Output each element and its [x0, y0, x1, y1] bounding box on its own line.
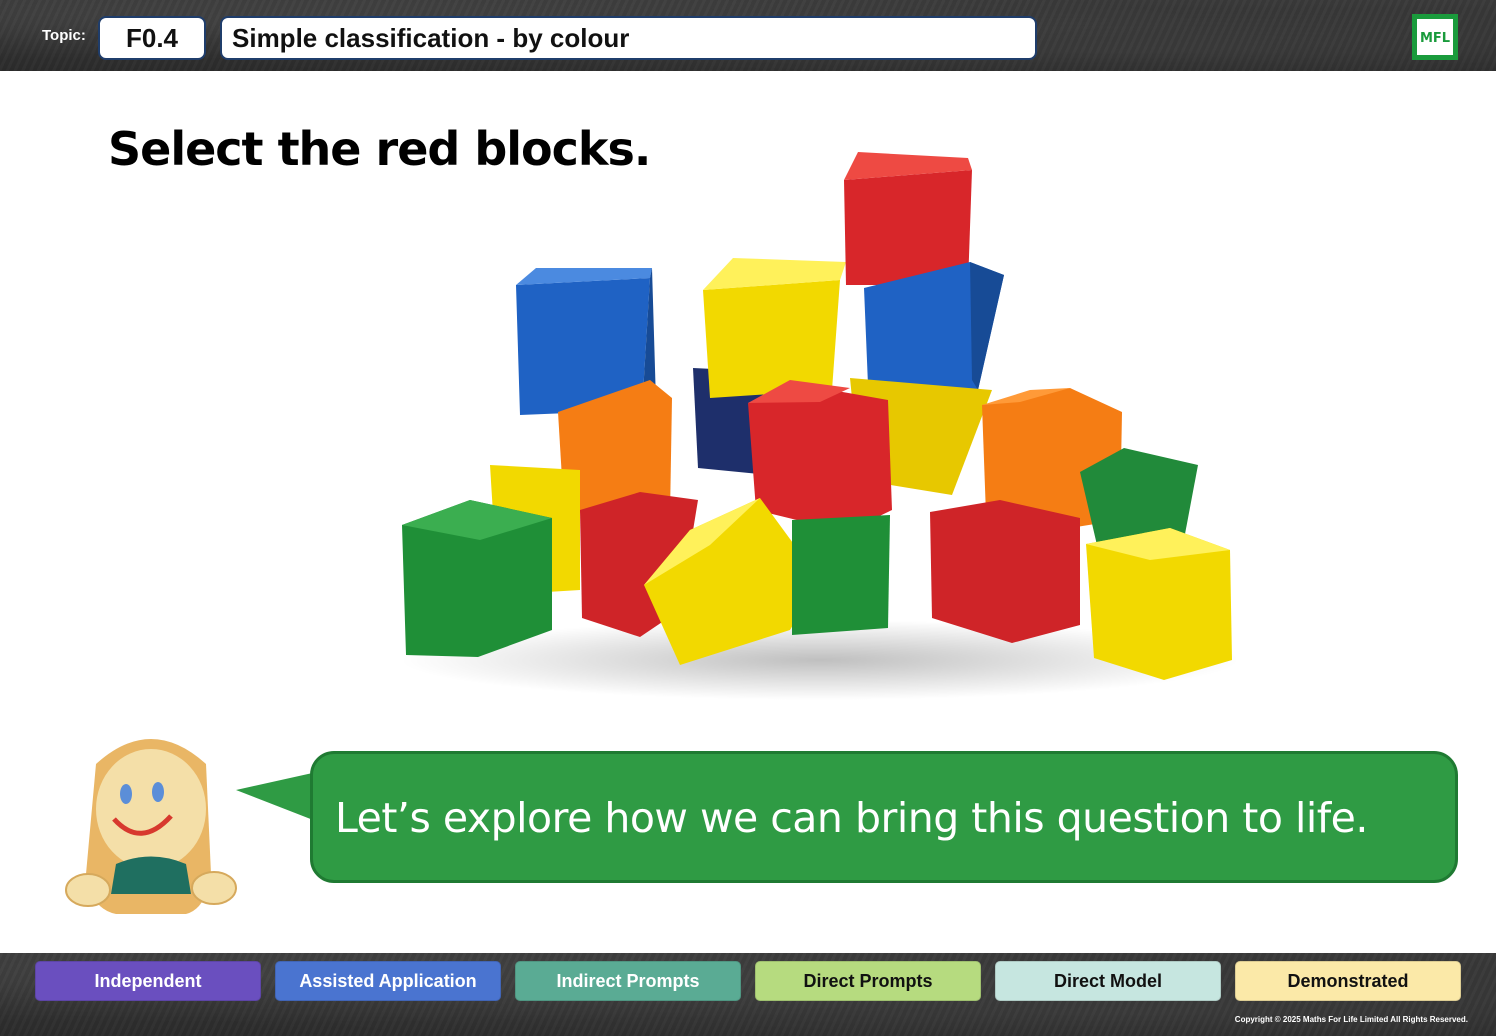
level-button-direct-model[interactable]: Direct Model [995, 961, 1221, 1001]
mfl-logo: MFL [1412, 14, 1458, 60]
level-button-assisted-application[interactable]: Assisted Application [275, 961, 501, 1001]
level-button-independent[interactable]: Independent [35, 961, 261, 1001]
block-red-top[interactable] [844, 152, 972, 285]
left-eye-icon [120, 784, 132, 804]
block-yellow-front-right[interactable] [1086, 528, 1232, 680]
footer-bar: Independent Assisted Application Indirec… [0, 953, 1496, 1036]
topic-label: Topic: [42, 27, 86, 44]
block-yellow-top[interactable] [703, 258, 846, 398]
copyright-text: Copyright © 2025 Maths For Life Limited … [1234, 1015, 1468, 1024]
mfl-logo-text: MFL [1420, 31, 1450, 46]
right-eye-icon [152, 782, 164, 802]
block-green-front-left[interactable] [402, 500, 552, 657]
block-red-centre[interactable] [748, 380, 892, 532]
coloured-blocks-image[interactable] [380, 140, 1260, 710]
header-bar: Topic: F0.4 Simple classification - by c… [0, 0, 1496, 71]
block-green-front-centre[interactable] [792, 515, 890, 635]
block-red-front-right[interactable] [930, 500, 1080, 643]
speech-bubble: Let’s explore how we can bring this ques… [310, 751, 1458, 883]
topic-title-box: Simple classification - by colour [220, 16, 1037, 60]
teacher-character [65, 739, 237, 914]
topic-code-box: F0.4 [98, 16, 206, 60]
level-button-indirect-prompts[interactable]: Indirect Prompts [515, 961, 741, 1001]
level-button-demonstrated[interactable]: Demonstrated [1235, 961, 1461, 1001]
level-button-direct-prompts[interactable]: Direct Prompts [755, 961, 981, 1001]
speech-text: Let’s explore how we can bring this ques… [335, 794, 1368, 842]
